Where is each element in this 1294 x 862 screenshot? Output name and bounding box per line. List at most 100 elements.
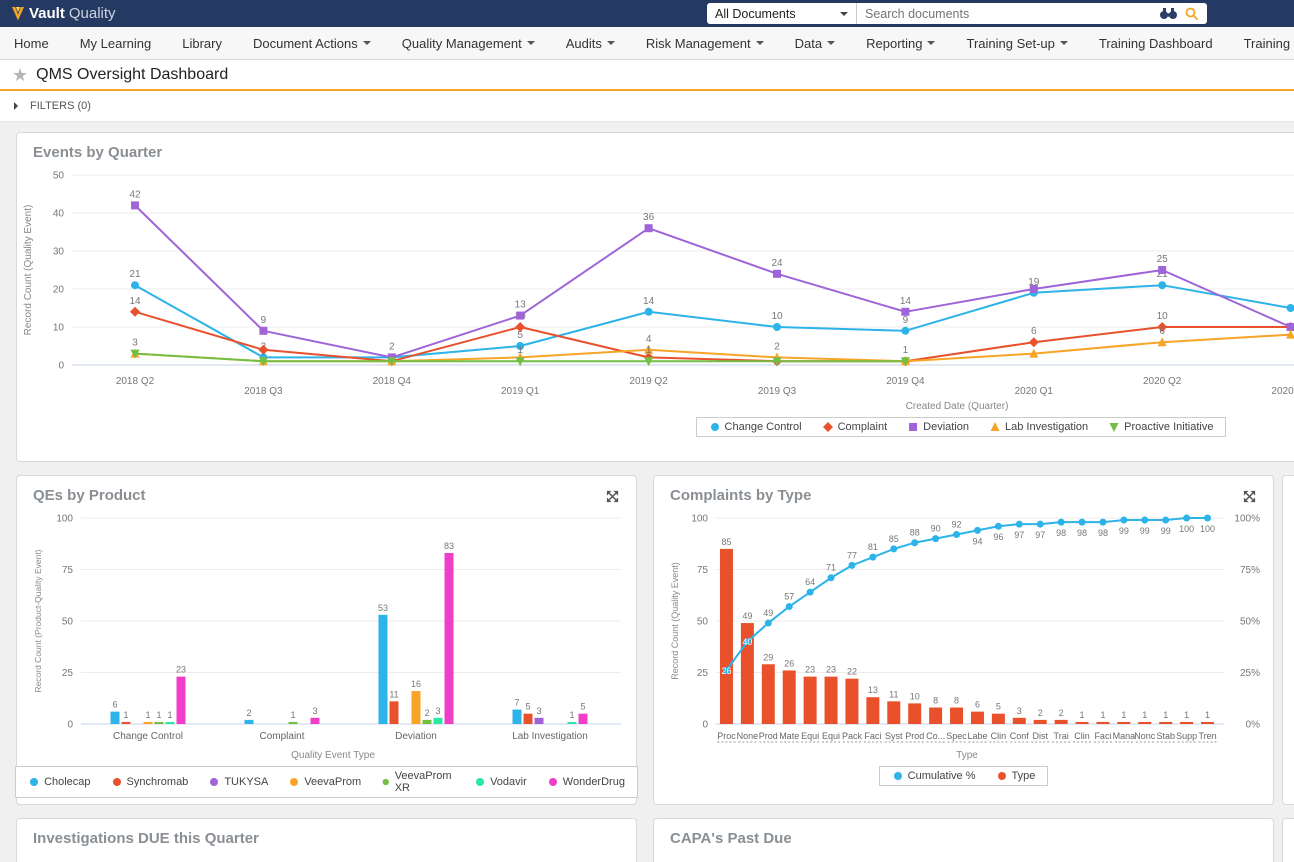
events-by-quarter-chart: 01020304050Record Count (Quality Event)2…: [17, 161, 1294, 415]
svg-text:85: 85: [721, 537, 731, 547]
menu-item-label: Training Dashboard: [1099, 36, 1213, 51]
menu-item-label: Reporting: [866, 36, 922, 51]
legend-item-label: Lab Investigation: [1005, 421, 1088, 433]
svg-text:Nonc: Nonc: [1134, 731, 1156, 741]
legend-item-vodavir[interactable]: Vodavir: [474, 776, 527, 788]
legend-item-veevaprom[interactable]: VeevaProm: [288, 776, 361, 788]
svg-text:1: 1: [1142, 710, 1147, 720]
legend-item-proactive-initiative[interactable]: Proactive Initiative: [1108, 421, 1213, 433]
svg-text:Syst: Syst: [885, 731, 903, 741]
expand-arrow-icon: [14, 102, 22, 110]
menu-item-audits[interactable]: Audits: [566, 36, 615, 51]
svg-text:40: 40: [742, 637, 752, 647]
svg-text:25: 25: [1157, 254, 1169, 265]
svg-text:3: 3: [312, 706, 317, 716]
menu-item-label: Quality Management: [402, 36, 522, 51]
expand-icon[interactable]: [605, 489, 620, 504]
svg-text:40: 40: [53, 209, 65, 220]
search-icon[interactable]: [1185, 7, 1199, 21]
svg-text:50: 50: [53, 171, 65, 182]
svg-text:99: 99: [1161, 526, 1171, 536]
legend-item-cumulative-[interactable]: Cumulative %: [892, 770, 976, 782]
menu-item-my-learning[interactable]: My Learning: [80, 36, 152, 51]
svg-text:8: 8: [933, 696, 938, 706]
svg-text:88: 88: [910, 528, 920, 538]
svg-text:50: 50: [697, 617, 709, 628]
legend-marker-icon: [288, 776, 300, 788]
svg-text:23: 23: [176, 665, 186, 675]
expand-icon[interactable]: [1242, 489, 1257, 504]
next-panel-partial: [1282, 475, 1294, 805]
filters-label: FILTERS (0): [30, 100, 91, 112]
menu-item-training-dashboard[interactable]: Training Dashboard: [1099, 36, 1213, 51]
svg-text:Pack: Pack: [842, 731, 863, 741]
legend-marker-icon: [208, 776, 220, 788]
search-scope-dropdown[interactable]: All Documents: [707, 3, 857, 24]
svg-text:10: 10: [771, 311, 783, 322]
legend-item-lab-investigation[interactable]: Lab Investigation: [989, 421, 1088, 433]
legend-item-cholecap[interactable]: Cholecap: [28, 776, 90, 788]
page-title: QMS Oversight Dashboard: [36, 66, 228, 84]
search-input[interactable]: [857, 7, 1159, 21]
chevron-down-icon: [840, 12, 848, 20]
menu-item-label: Risk Management: [646, 36, 751, 51]
legend-item-change-control[interactable]: Change Control: [709, 421, 802, 433]
legend-item-synchromab[interactable]: Synchromab: [111, 776, 189, 788]
svg-text:3: 3: [1017, 706, 1022, 716]
menu-item-home[interactable]: Home: [14, 36, 49, 51]
filters-toggle[interactable]: FILTERS (0): [0, 91, 1294, 122]
favorite-star-icon[interactable]: ★: [12, 66, 28, 84]
svg-text:Complaint: Complaint: [259, 731, 304, 742]
legend-item-tukysa[interactable]: TUKYSA: [208, 776, 268, 788]
svg-text:53: 53: [378, 603, 388, 613]
next-panel-partial: [1282, 818, 1294, 862]
menu-item-training-set-up[interactable]: Training Set-up: [966, 36, 1067, 51]
legend-item-wonderdrug[interactable]: WonderDrug: [547, 776, 625, 788]
investigations-panel-title: Investigations DUE this Quarter: [33, 830, 259, 847]
binoculars-icon[interactable]: [1159, 7, 1178, 20]
svg-text:64: 64: [805, 577, 815, 587]
svg-text:1: 1: [167, 710, 172, 720]
svg-text:1: 1: [1205, 710, 1210, 720]
vault-logo[interactable]: Vault Quality: [10, 5, 116, 22]
legend-item-label: Complaint: [838, 421, 888, 433]
legend-marker-icon: [28, 776, 40, 788]
svg-text:None: None: [737, 731, 759, 741]
menu-item-label: Home: [14, 36, 49, 51]
svg-text:3: 3: [132, 338, 138, 349]
menu-item-risk-management[interactable]: Risk Management: [646, 36, 764, 51]
svg-text:1: 1: [517, 345, 523, 356]
chevron-down-icon: [756, 41, 764, 49]
menu-item-data[interactable]: Data: [795, 36, 835, 51]
svg-text:Equi: Equi: [801, 731, 819, 741]
svg-text:9: 9: [903, 315, 909, 326]
svg-text:4: 4: [646, 334, 652, 345]
menu-item-quality-management[interactable]: Quality Management: [402, 36, 535, 51]
svg-text:75%: 75%: [1240, 565, 1260, 576]
svg-text:5: 5: [525, 702, 530, 712]
svg-text:6: 6: [1159, 326, 1165, 337]
legend-item-complaint[interactable]: Complaint: [822, 421, 888, 433]
svg-text:26: 26: [784, 658, 794, 668]
legend-marker-icon: [111, 776, 123, 788]
svg-text:75: 75: [62, 565, 74, 576]
svg-text:0%: 0%: [1246, 720, 1261, 731]
svg-text:2: 2: [389, 341, 395, 352]
svg-text:81: 81: [868, 542, 878, 552]
menu-item-library[interactable]: Library: [182, 36, 222, 51]
svg-text:96: 96: [993, 532, 1003, 542]
svg-text:2019 Q1: 2019 Q1: [501, 386, 540, 397]
svg-text:49: 49: [763, 608, 773, 618]
svg-text:8: 8: [954, 696, 959, 706]
legend-item-deviation[interactable]: Deviation: [907, 421, 969, 433]
legend-item-label: Proactive Initiative: [1124, 421, 1213, 433]
svg-text:1: 1: [123, 710, 128, 720]
svg-text:Clin: Clin: [991, 731, 1007, 741]
menu-item-document-actions[interactable]: Document Actions: [253, 36, 371, 51]
legend-item-veevaprom-xr[interactable]: VeevaProm XR: [381, 770, 454, 794]
menu-item-training-management[interactable]: Training Management: [1244, 36, 1294, 51]
legend-item-type[interactable]: Type: [996, 770, 1036, 782]
svg-text:2018 Q2: 2018 Q2: [116, 376, 155, 387]
menu-item-reporting[interactable]: Reporting: [866, 36, 935, 51]
svg-text:2: 2: [424, 708, 429, 718]
